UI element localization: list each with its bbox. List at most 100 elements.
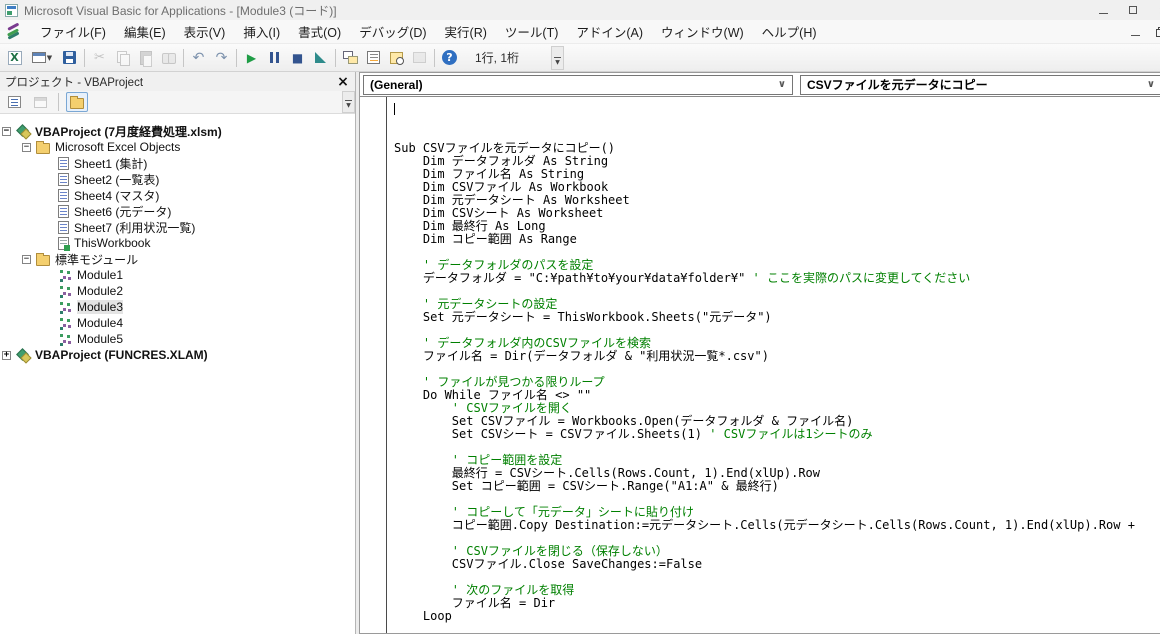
tree-expander[interactable]: + [2, 350, 11, 360]
properties-window-button[interactable] [362, 47, 385, 69]
menu-item[interactable]: 挿入(I) [234, 20, 289, 44]
folder-icon [36, 252, 50, 266]
reset-button[interactable]: ■ [286, 47, 309, 69]
save-button[interactable] [58, 47, 81, 69]
toolbox-button[interactable] [408, 47, 431, 69]
project-explorer-button[interactable] [339, 47, 362, 69]
tree-item-label: Module5 [77, 332, 124, 346]
window-title: Microsoft Visual Basic for Applications … [24, 3, 337, 18]
view-object-button[interactable] [29, 92, 51, 112]
tree-expander[interactable]: − [2, 126, 11, 136]
close-button[interactable]: × [1148, 0, 1160, 20]
tree-item[interactable]: Module5 [0, 331, 355, 347]
project-tree: − VBAProject (7月度経費処理.xlsm) − Microsoft Exc… [0, 114, 355, 634]
module-icon [58, 332, 72, 346]
project-panel-toolbar: ▼ [0, 91, 355, 114]
tree-item[interactable]: − Microsoft Excel Objects [0, 139, 355, 155]
object-browser-button[interactable] [385, 47, 408, 69]
view-excel-button[interactable]: X [3, 47, 26, 69]
toolbar-separator [58, 93, 59, 111]
toggle-folders-button[interactable] [66, 92, 88, 112]
cut-button[interactable]: ✂ [88, 47, 111, 69]
tree-item[interactable]: ThisWorkbook [0, 235, 355, 251]
menu-item[interactable]: 表示(V) [175, 20, 235, 44]
toolbar-separator [236, 48, 237, 67]
menu-item[interactable]: ウィンドウ(W) [652, 20, 753, 44]
find-button[interactable] [157, 47, 180, 69]
insert-userform-button[interactable]: ▼ [26, 47, 58, 69]
redo-button[interactable]: ↷ [210, 47, 233, 69]
tree-item[interactable]: Sheet7 (利用状況一覧) [0, 219, 355, 235]
project-explorer-icon [343, 51, 358, 64]
tree-item[interactable]: − 標準モジュール [0, 251, 355, 267]
object-dropdown[interactable]: (General) ∨ [363, 74, 793, 95]
sheet-icon [58, 172, 69, 186]
excel-icon: X [7, 50, 22, 65]
menu-item[interactable]: 実行(R) [436, 20, 496, 44]
design-mode-button[interactable] [309, 47, 332, 69]
tree-item-label: Microsoft Excel Objects [55, 140, 181, 154]
menu-item[interactable]: ファイル(F) [31, 20, 115, 44]
title-bar: Microsoft Visual Basic for Applications … [0, 0, 1160, 20]
code-line: Set 元データシート = ThisWorkbook.Sheets("元データ"… [394, 310, 772, 324]
tree-item[interactable]: Sheet6 (元データ) [0, 203, 355, 219]
tree-item[interactable]: Module3 [0, 299, 355, 315]
dropdown-arrow-icon: ▼ [46, 53, 53, 62]
tree-item-label: Module1 [77, 268, 124, 282]
properties-icon [367, 51, 380, 64]
menu-item[interactable]: 編集(E) [115, 20, 175, 44]
tree-item[interactable]: + VBAProject (FUNCRES.XLAM) [0, 347, 355, 363]
help-button[interactable]: ? [438, 47, 461, 69]
redo-icon: ↷ [215, 49, 228, 66]
chevron-down-icon: ∨ [1146, 79, 1155, 90]
save-icon [63, 51, 76, 64]
tree-item[interactable]: Sheet1 (集計) [0, 155, 355, 171]
project-panel-close-button[interactable]: × [334, 74, 352, 90]
view-code-icon [7, 96, 21, 108]
menu-item[interactable]: 書式(O) [289, 20, 350, 44]
tree-item[interactable]: − VBAProject (7月度経費処理.xlsm) [0, 123, 355, 139]
design-mode-icon [315, 52, 326, 63]
tree-item-label: VBAProject (FUNCRES.XLAM) [35, 348, 208, 362]
undo-button[interactable]: ↶ [187, 47, 210, 69]
toolbar-overflow-button[interactable]: ▼ [551, 45, 565, 70]
cursor-position-status: 1行, 1桁 [475, 51, 520, 65]
menu-item[interactable]: ツール(T) [496, 20, 567, 44]
margin-indicator-bar [360, 97, 387, 633]
procedure-dropdown[interactable]: CSVファイルを元データにコピー ∨ [800, 74, 1160, 95]
code-line: CSVファイル.Close SaveChanges:=False [394, 557, 703, 571]
tree-item[interactable]: Sheet2 (一覧表) [0, 171, 355, 187]
tree-item-label: Module4 [77, 316, 124, 330]
view-code-button[interactable] [3, 92, 25, 112]
tree-expander[interactable]: − [22, 254, 31, 264]
project-toolbar-overflow-button[interactable]: ▼ [342, 91, 355, 113]
maximize-button[interactable] [1118, 0, 1148, 20]
paste-button[interactable] [134, 47, 157, 69]
menu-bar: ファイル(F) 編集(E) 表示(V) 挿入(I) 書式(O) デバッグ(D) 実行(R) ツ… [0, 20, 1160, 44]
tree-item[interactable]: Module1 [0, 267, 355, 283]
folder-icon [70, 95, 84, 109]
object-dropdown-value: (General) [370, 77, 423, 92]
menu-item[interactable]: ヘルプ(H) [753, 20, 826, 44]
tree-item-label: Sheet1 (集計) [74, 156, 148, 171]
run-button[interactable]: ▶ [240, 47, 263, 69]
project-panel-title: プロジェクト - VBAProject [5, 76, 144, 89]
minimize-button[interactable] [1088, 0, 1118, 20]
menu-item[interactable]: アドイン(A) [567, 20, 652, 44]
code-editor[interactable]: Sub CSVファイルを元データにコピー() Dim データフォルダ As St… [387, 97, 1160, 633]
tree-item-label: Module3 [77, 300, 124, 314]
mdi-minimize-button[interactable] [1122, 29, 1148, 36]
break-button[interactable] [263, 47, 286, 69]
code-line: ファイル名 = Dir(データフォルダ & "利用状況一覧*.csv") [394, 349, 769, 363]
mdi-restore-button[interactable] [1148, 27, 1160, 37]
tree-expander[interactable]: − [22, 142, 31, 152]
menu-item[interactable]: デバッグ(D) [350, 20, 435, 44]
tree-item[interactable]: Module4 [0, 315, 355, 331]
chevron-down-icon: ∨ [777, 79, 786, 90]
copy-button[interactable] [111, 47, 134, 69]
vba-logo-icon [5, 24, 25, 40]
tree-item-label: VBAProject (7月度経費処理.xlsm) [35, 124, 222, 139]
tree-item[interactable]: Sheet4 (マスタ) [0, 187, 355, 203]
tree-item[interactable]: Module2 [0, 283, 355, 299]
